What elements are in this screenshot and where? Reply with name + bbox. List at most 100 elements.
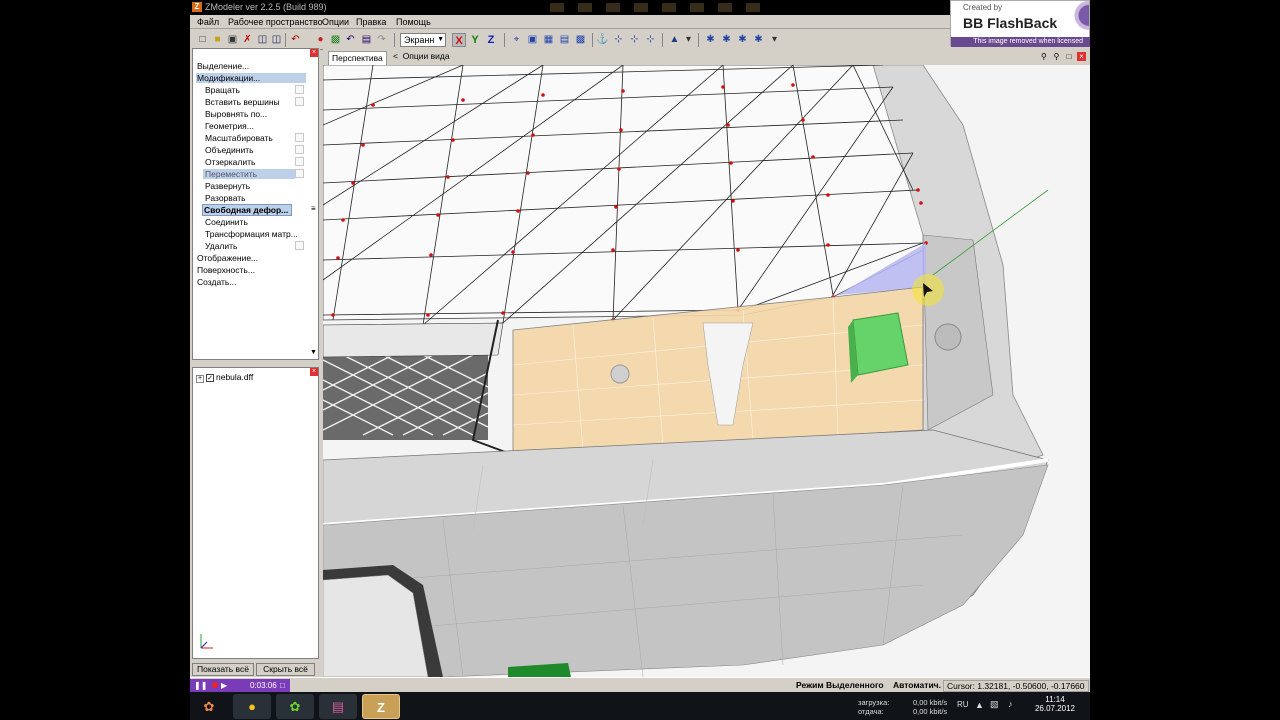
language-indicator[interactable]: RU [957,700,969,709]
cmd-rotate[interactable]: Вращать [205,85,240,95]
cmd-delete[interactable]: Удалить [205,241,237,251]
new-file-icon[interactable]: □ [196,33,209,46]
select-object-icon[interactable]: ▤ [558,33,571,46]
vertex [619,128,623,132]
close-icon[interactable]: × [310,49,318,57]
viewport-controls: ⚲ ⚲ □ × [1038,51,1086,61]
snap-icon[interactable]: ⚓ [596,33,609,46]
axis-gizmo-icon[interactable]: ⊹ [612,33,625,46]
menu-help[interactable]: Помощь [396,17,431,27]
pivot-icon[interactable]: ▲ [668,33,681,46]
undo-icon[interactable]: ↶ [344,33,357,46]
tray-arrow-icon[interactable]: ▲ [975,700,984,710]
pivot-menu-icon[interactable]: ▾ [682,33,695,46]
cmd-mirror[interactable]: Отзеркалить [205,157,255,167]
close-icon[interactable]: × [1077,52,1086,61]
zmodeler-task-icon[interactable]: Z [362,694,400,719]
cmd-merge[interactable]: Объединить [205,145,254,155]
cmd-scale[interactable]: Масштабировать [205,133,273,143]
tab-perspective[interactable]: Перспектива [328,51,387,65]
maximize-icon[interactable]: □ [1064,52,1073,61]
stop-icon[interactable]: □ [280,679,285,692]
axis-gizmo-2-icon[interactable]: ⊹ [628,33,641,46]
open-folder-icon[interactable]: ■ [211,33,224,46]
axis-gizmo-3-icon[interactable]: ⊹ [644,33,657,46]
clock[interactable]: 11:14 26.07.2012 [1030,695,1080,713]
view-options[interactable]: < Опции вида [393,51,450,61]
checkbox-move[interactable] [295,169,304,178]
vertex [511,250,515,254]
import-icon[interactable]: ◫ [256,33,269,46]
select-box-icon[interactable]: ▣ [526,33,539,46]
dummy-icon[interactable]: ✱ [720,33,733,46]
material-icon[interactable]: ▩ [329,33,342,46]
cmd-create[interactable]: Создать... [197,277,236,287]
show-all-button[interactable]: Показать всё [192,663,254,676]
record-icon[interactable]: ● [314,33,327,46]
close-file-icon[interactable]: ✗ [241,33,254,46]
cmd-matrix-transform[interactable]: Трансформация матр... [205,229,298,239]
winrar-icon[interactable]: ▤ [319,694,357,719]
axis-y-toggle[interactable]: Y [468,33,482,47]
helper-menu-icon[interactable]: ▾ [768,33,781,46]
checkbox-delete[interactable] [295,241,304,250]
cmd-free-deform[interactable]: Свободная дефор... [202,204,292,216]
cmd-detach[interactable]: Разорвать [205,193,246,203]
checkbox-insert-vertices[interactable] [295,97,304,106]
view-mode-select[interactable]: Экранн ▼ [400,33,446,47]
cmd-connect[interactable]: Соединить [205,217,248,227]
expand-icon[interactable]: + [196,375,204,383]
zoom-extents-icon[interactable]: ⚲ [1052,52,1061,61]
visibility-checkbox[interactable]: ✓ [206,374,214,382]
hide-all-button[interactable]: Скрыть всё [256,663,315,676]
cmd-insert-vertices[interactable]: Вставить вершины [205,97,280,107]
play-icon[interactable]: ▶ [221,681,227,690]
cmd-display[interactable]: Отображение... [197,253,258,263]
cmd-modifications[interactable]: Модификации... [196,73,306,83]
menu-edit[interactable]: Правка [356,17,386,27]
bones-icon[interactable]: ✱ [704,33,717,46]
menu-workspace[interactable]: Рабочее пространство [228,17,323,27]
ghost-icon [718,3,732,12]
options-icon[interactable]: ≡ [311,204,316,213]
app-sun-icon[interactable]: ● [233,694,271,719]
axis-x-toggle[interactable]: X [452,33,466,47]
scroll-down-icon[interactable]: ▼ [309,349,318,359]
select-face-icon[interactable]: ▦ [542,33,555,46]
record-icon[interactable] [212,682,218,688]
perspective-viewport[interactable] [323,65,1090,677]
document-icon[interactable]: ▤ [360,33,373,46]
checkbox-rotate[interactable] [295,85,304,94]
export-icon[interactable]: ◫ [270,33,283,46]
select-cube-icon[interactable]: ▩ [574,33,587,46]
tree-item-nebula[interactable]: + ✓ nebula.dff [196,372,253,383]
start-button-icon[interactable]: ✿ [190,694,228,719]
volume-icon[interactable]: ♪ [1008,699,1013,709]
cmd-surface[interactable]: Поверхность... [197,265,255,275]
close-icon[interactable]: × [310,368,318,376]
checkbox-merge[interactable] [295,145,304,154]
menu-options[interactable]: Опции [322,17,349,27]
menu-file[interactable]: Файл [197,17,219,27]
zoom-icon[interactable]: ⚲ [1039,52,1048,61]
pause-icon[interactable]: ❚❚ [194,679,207,692]
axis-y-label: Y [471,34,479,46]
select-vertex-icon[interactable]: ⌖ [510,33,523,46]
save-icon[interactable]: ▣ [226,33,239,46]
redo-icon[interactable]: ↷ [375,33,388,46]
axis-z-toggle[interactable]: Z [484,33,498,47]
cmd-geometry[interactable]: Геометрия... [205,121,254,131]
cmd-move[interactable]: Переместить [203,169,295,179]
ghost-icon [746,3,760,12]
cmd-selection[interactable]: Выделение... [197,61,249,71]
cmd-unwrap[interactable]: Развернуть [205,181,250,191]
helper-icon[interactable]: ✱ [752,33,765,46]
cmd-align[interactable]: Выровнять по... [205,109,267,119]
undo-history-icon[interactable]: ↶ [289,33,302,46]
skeleton-icon[interactable]: ✱ [736,33,749,46]
icq-flower-icon[interactable]: ✿ [276,694,314,719]
network-icon[interactable]: ▧ [990,699,999,710]
checkbox-mirror[interactable] [295,157,304,166]
checkbox-scale[interactable] [295,133,304,142]
recorder-widget[interactable]: ❚❚ ▶ 0:03:06 □ [190,679,290,692]
